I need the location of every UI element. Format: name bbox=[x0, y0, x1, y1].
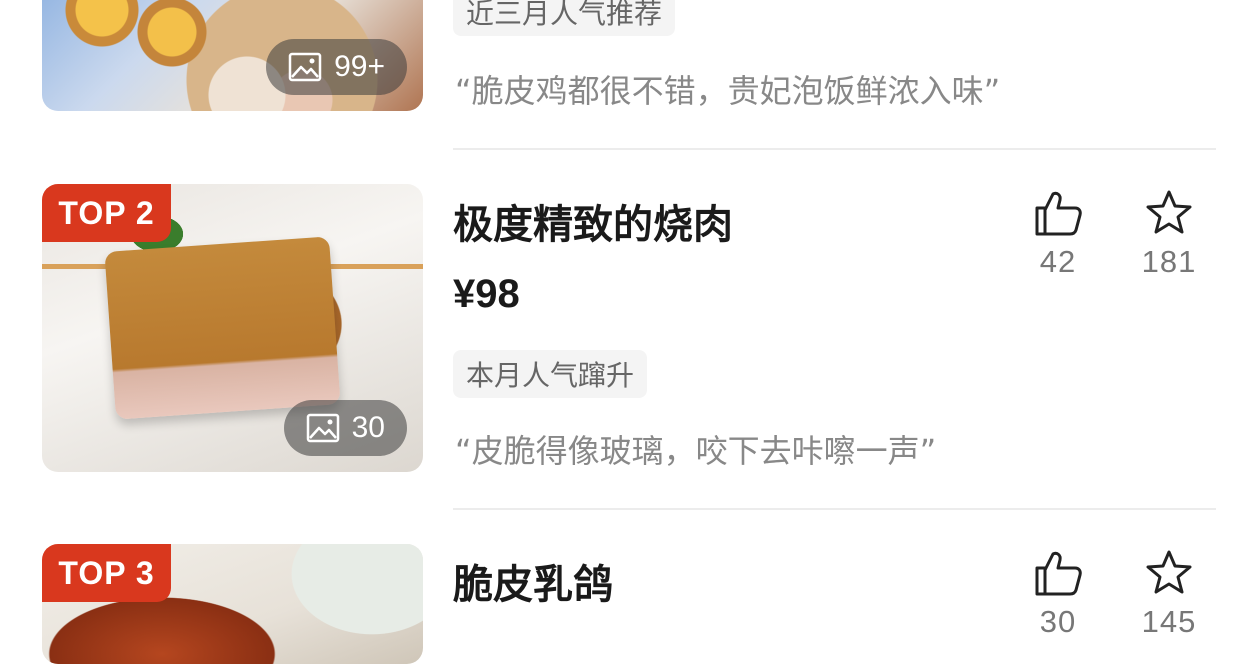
star-icon bbox=[1146, 190, 1192, 234]
thumbs-up-icon bbox=[1035, 191, 1082, 236]
rank-badge: TOP 2 bbox=[42, 184, 171, 242]
like-button[interactable]: 42 bbox=[1008, 188, 1108, 280]
dish-tag: 本月人气蹿升 bbox=[453, 350, 648, 398]
dish-title[interactable]: 脆皮乳鸽 bbox=[453, 552, 613, 610]
like-button[interactable]: 30 bbox=[1008, 548, 1108, 640]
image-icon bbox=[306, 413, 339, 443]
dish-item-3[interactable]: TOP 3 脆皮乳鸽 30 145 bbox=[0, 530, 1260, 664]
dish-price: ¥98 bbox=[453, 272, 520, 316]
favorite-count: 181 bbox=[1141, 244, 1197, 279]
favorite-button[interactable]: 181 bbox=[1119, 188, 1219, 280]
dish-photo[interactable]: TOP 2 30 bbox=[42, 184, 423, 472]
dish-review-quote: “皮脆得像玻璃，咬下去咔嚓一声” bbox=[455, 432, 937, 470]
divider bbox=[453, 508, 1216, 510]
star-icon bbox=[1146, 550, 1192, 594]
roast-pork-shape bbox=[104, 236, 341, 420]
dish-title[interactable]: 极度精致的烧肉 bbox=[453, 192, 733, 250]
dish-photo[interactable]: TOP 3 bbox=[42, 544, 423, 664]
favorite-button[interactable]: 145 bbox=[1119, 548, 1219, 640]
rank-badge: TOP 3 bbox=[42, 544, 171, 602]
like-count: 42 bbox=[1039, 244, 1077, 279]
image-count-badge[interactable]: 30 bbox=[283, 400, 407, 456]
thumbs-up-icon bbox=[1035, 551, 1082, 596]
image-count: 30 bbox=[351, 411, 385, 444]
dish-item-2[interactable]: TOP 2 30 极度精致的烧肉 ¥98 本月人气蹿升 “皮脆得像玻璃，咬下去咔… bbox=[0, 0, 1260, 510]
